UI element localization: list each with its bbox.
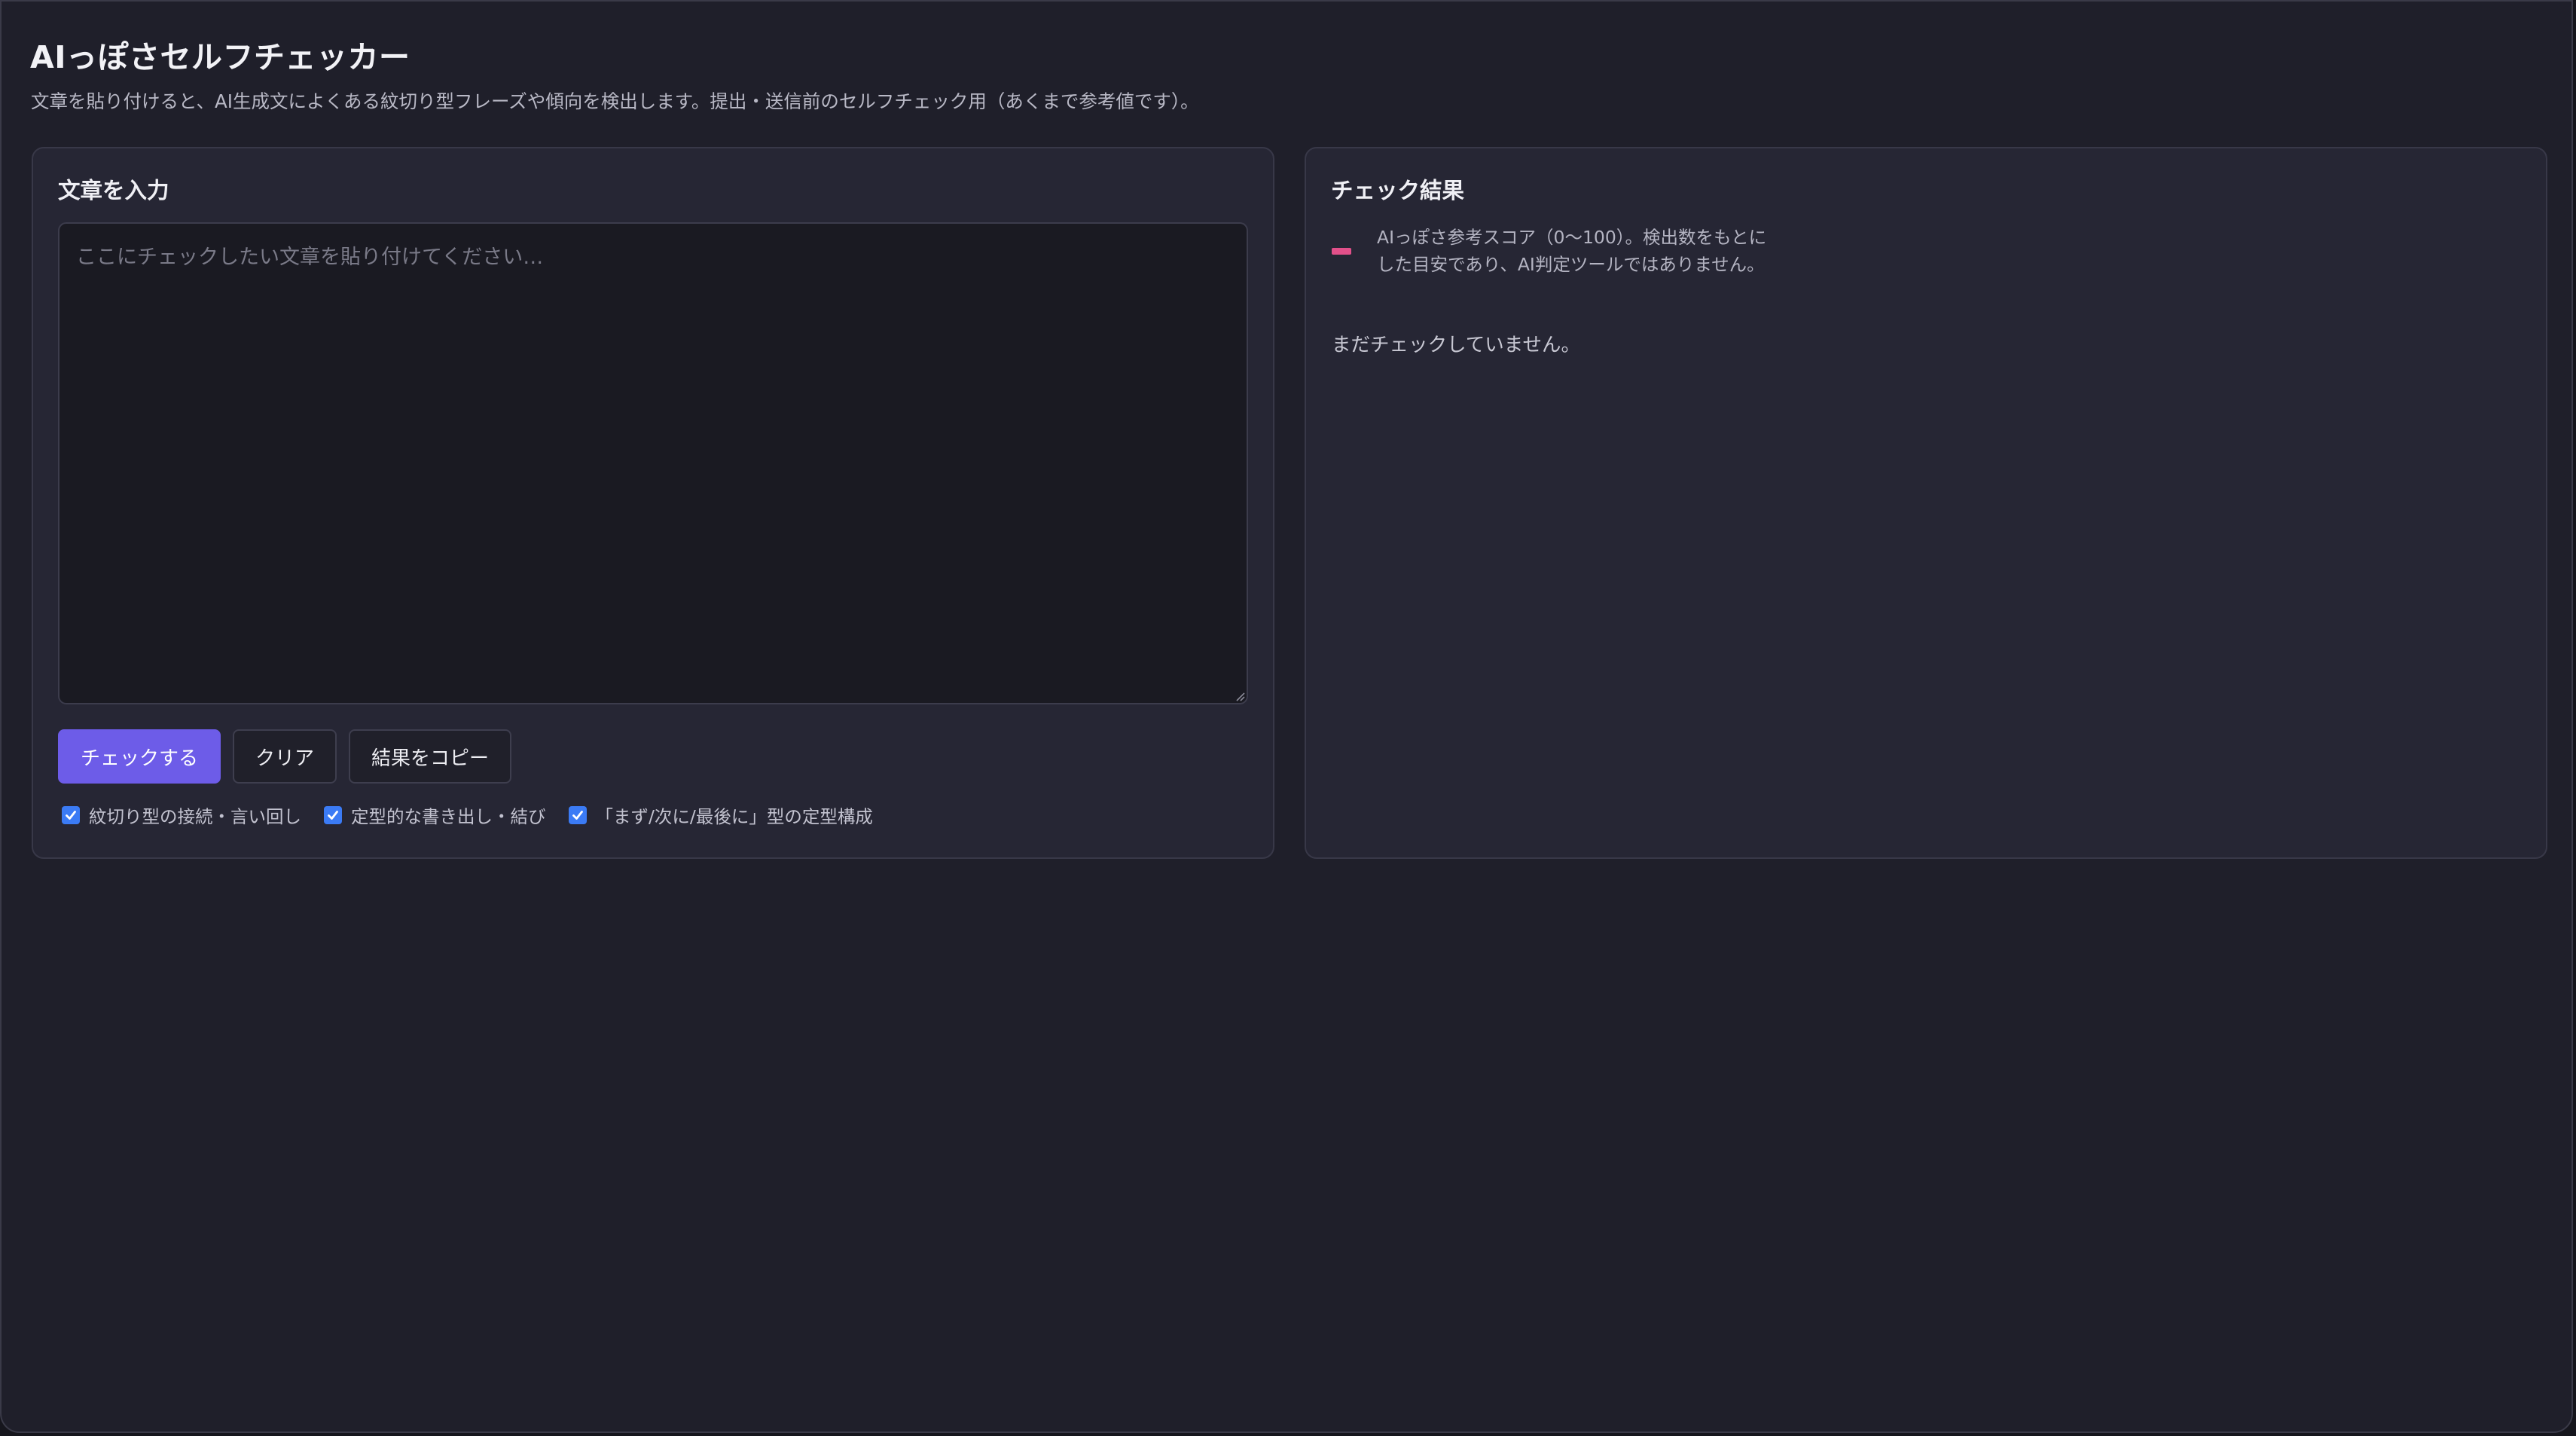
text-input-container xyxy=(58,222,1248,704)
option-label: 定型的な書き出し・結び xyxy=(351,806,546,827)
result-panel: チェック結果 AIっぽさ参考スコア（0〜100）。検出数をもとにした目安であり、… xyxy=(1305,147,2547,859)
checkmark-icon xyxy=(66,811,76,820)
action-buttons: チェックする クリア 結果をコピー xyxy=(58,729,512,784)
option-label: 「まず/次に/最後に」型の定型構成 xyxy=(595,806,873,827)
page-description: 文章を貼り付けると、AI生成文によくある紋切り型フレーズや傾向を検出します。提出… xyxy=(31,90,1199,112)
text-input[interactable] xyxy=(58,222,1248,704)
resize-grip-icon[interactable] xyxy=(1235,691,1245,701)
result-panel-heading: チェック結果 xyxy=(1331,178,1465,203)
result-status: まだチェックしていません。 xyxy=(1332,334,1580,356)
page-title: AIっぽさセルフチェッカー xyxy=(30,39,411,75)
app-window: AIっぽさセルフチェッカー 文章を貼り付けると、AI生成文によくある紋切り型フレ… xyxy=(0,0,2573,1433)
score-note: AIっぽさ参考スコア（0〜100）。検出数をもとにした目安であり、AI判定ツール… xyxy=(1377,227,1767,275)
copy-result-button[interactable]: 結果をコピー xyxy=(349,729,512,784)
check-button[interactable]: チェックする xyxy=(58,729,221,784)
input-panel: 文章を入力 チェックする クリア 結果をコピー 紋切り型の接続・言い回し xyxy=(32,147,1274,859)
option-stock-phrases[interactable]: 紋切り型の接続・言い回し xyxy=(62,802,301,828)
checkmark-icon xyxy=(328,811,338,820)
clear-button[interactable]: クリア xyxy=(233,729,337,784)
checkmark-icon xyxy=(572,811,583,820)
checkbox-stock-phrases[interactable] xyxy=(62,806,80,824)
checkbox-sequence-structure[interactable] xyxy=(568,806,587,824)
option-label: 紋切り型の接続・言い回し xyxy=(89,806,301,827)
check-options: 紋切り型の接続・言い回し 定型的な書き出し・結び 「まず/次に/最後に」型の定型… xyxy=(62,802,873,828)
option-sequence-structure[interactable]: 「まず/次に/最後に」型の定型構成 xyxy=(568,802,873,828)
score-row: AIっぽさ参考スコア（0〜100）。検出数をもとにした目安であり、AI判定ツール… xyxy=(1332,224,1769,278)
input-panel-heading: 文章を入力 xyxy=(58,178,169,203)
checkbox-openings-closings[interactable] xyxy=(324,806,342,824)
score-bar xyxy=(1332,247,1351,255)
option-openings-closings[interactable]: 定型的な書き出し・結び xyxy=(324,802,546,828)
